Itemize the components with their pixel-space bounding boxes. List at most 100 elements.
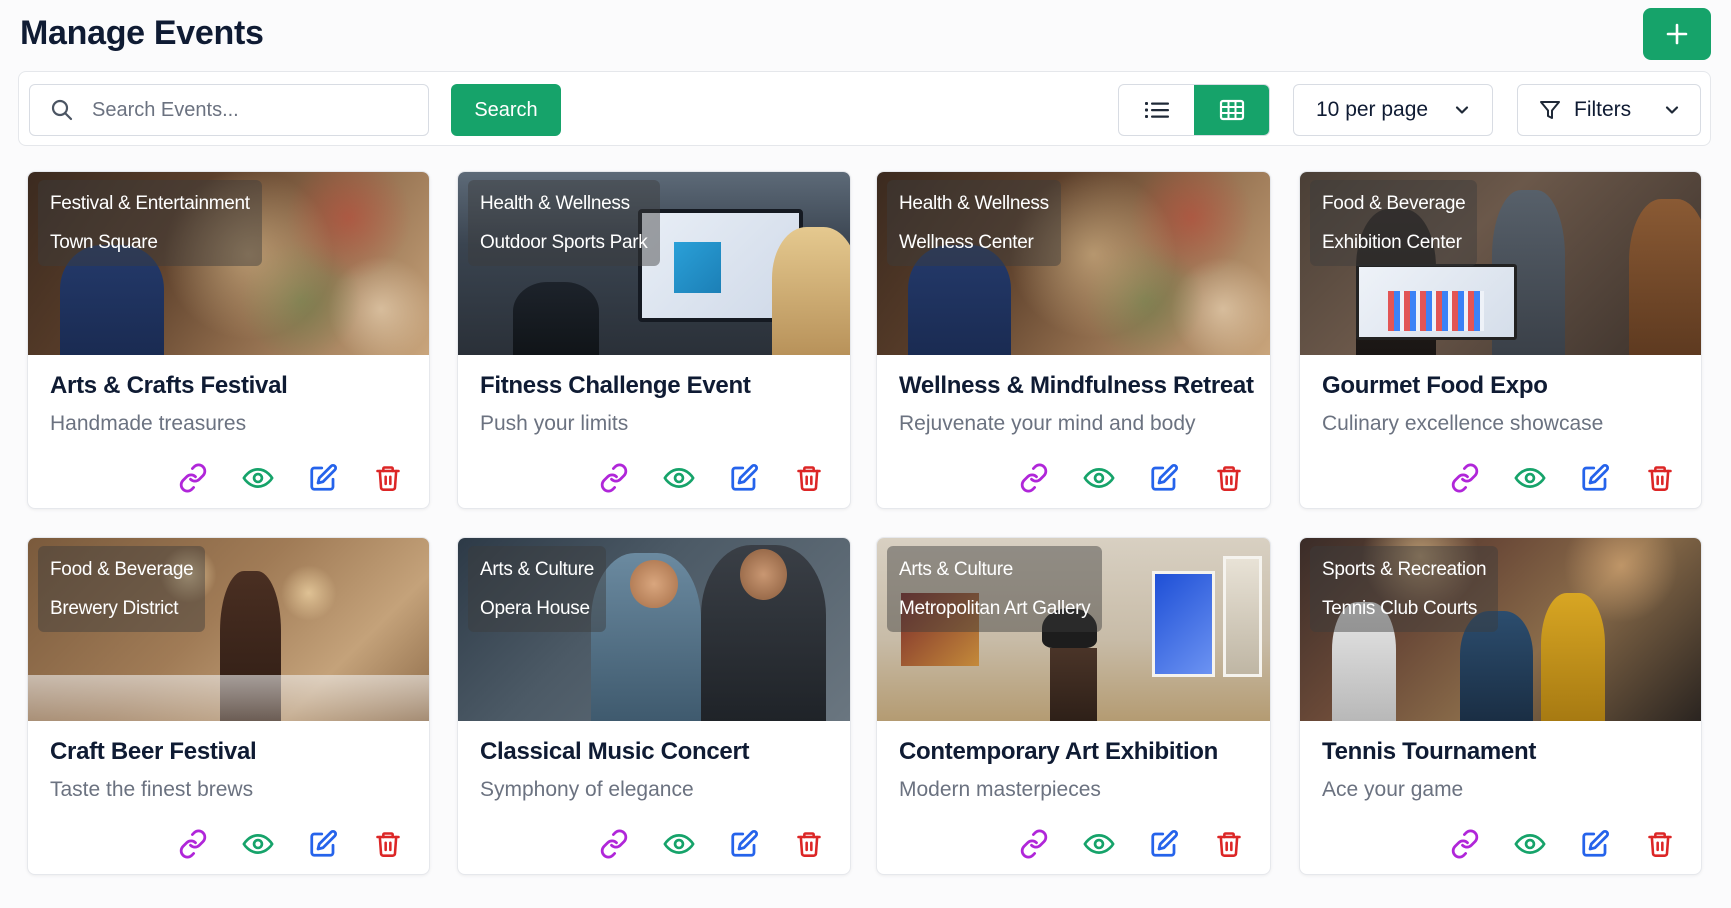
- event-subtitle: Rejuvenate your mind and body: [899, 412, 1196, 435]
- eye-icon: [1083, 834, 1115, 854]
- edit-icon: [1582, 463, 1610, 491]
- trash-icon: [376, 466, 400, 491]
- edit-button[interactable]: [727, 827, 761, 861]
- event-actions: [597, 461, 826, 495]
- chevron-down-icon: [1455, 106, 1469, 114]
- link-icon: [1020, 829, 1048, 859]
- event-meta-overlay: Arts & Culture Opera House: [468, 546, 607, 632]
- event-title: Gourmet Food Expo: [1322, 372, 1548, 399]
- edit-button[interactable]: [727, 461, 761, 495]
- view-button[interactable]: [1513, 827, 1547, 861]
- view-button[interactable]: [662, 461, 696, 495]
- event-category: Arts & Culture: [899, 559, 1014, 580]
- event-meta-overlay: Festival & Entertainment Town Square: [38, 180, 262, 266]
- copy-link-button[interactable]: [597, 461, 631, 495]
- event-image: Food & Beverage Brewery District: [28, 538, 429, 721]
- event-meta-overlay: Health & Wellness Wellness Center: [887, 180, 1061, 266]
- per-page-select[interactable]: 10 per page: [1293, 84, 1493, 136]
- event-subtitle: Culinary excellence showcase: [1322, 412, 1604, 435]
- event-card: Health & Wellness Wellness Center Wellne…: [876, 171, 1271, 509]
- event-card: Food & Beverage Brewery District Craft B…: [27, 537, 430, 875]
- per-page-value: 10 per page: [1316, 98, 1429, 121]
- event-card: Arts & Culture Opera House Classical Mus…: [457, 537, 851, 875]
- toolbar: Search 10 per page Filters: [18, 71, 1711, 146]
- list-view-button[interactable]: [1119, 85, 1194, 135]
- delete-button[interactable]: [792, 461, 826, 495]
- trash-icon: [797, 466, 821, 491]
- view-toggle: [1118, 84, 1270, 136]
- event-image: Sports & Recreation Tennis Club Courts: [1300, 538, 1701, 721]
- eye-icon: [663, 834, 695, 854]
- copy-link-button[interactable]: [176, 461, 210, 495]
- eye-icon: [242, 468, 274, 488]
- delete-button[interactable]: [1212, 827, 1246, 861]
- edit-button[interactable]: [306, 461, 340, 495]
- edit-icon: [731, 829, 759, 857]
- event-actions: [1017, 827, 1246, 861]
- delete-button[interactable]: [792, 827, 826, 861]
- copy-link-button[interactable]: [1448, 461, 1482, 495]
- event-title: Wellness & Mindfulness Retreat: [899, 372, 1254, 399]
- edit-button[interactable]: [1578, 827, 1612, 861]
- event-subtitle: Modern masterpieces: [899, 778, 1101, 801]
- event-card: Sports & Recreation Tennis Club Courts T…: [1299, 537, 1702, 875]
- eye-icon: [242, 834, 274, 854]
- add-event-button[interactable]: [1643, 8, 1711, 60]
- view-button[interactable]: [241, 827, 275, 861]
- view-button[interactable]: [1513, 461, 1547, 495]
- event-card: Health & Wellness Outdoor Sports Park Fi…: [457, 171, 851, 509]
- event-venue: Exhibition Center: [1322, 232, 1462, 253]
- search-button[interactable]: Search: [451, 84, 561, 136]
- event-venue: Wellness Center: [899, 232, 1034, 253]
- copy-link-button[interactable]: [1017, 461, 1051, 495]
- link-icon: [179, 463, 207, 493]
- delete-button[interactable]: [371, 461, 405, 495]
- link-icon: [1451, 829, 1479, 859]
- search-input[interactable]: [92, 98, 412, 122]
- plus-icon: [1666, 23, 1688, 45]
- list-icon: [1144, 102, 1169, 118]
- delete-button[interactable]: [1643, 827, 1677, 861]
- event-meta-overlay: Arts & Culture Metropolitan Art Gallery: [887, 546, 1103, 632]
- event-venue: Brewery District: [50, 598, 179, 619]
- delete-button[interactable]: [1212, 461, 1246, 495]
- view-button[interactable]: [1082, 461, 1116, 495]
- event-meta-overlay: Health & Wellness Outdoor Sports Park: [468, 180, 660, 266]
- event-category: Arts & Culture: [480, 559, 595, 580]
- search-icon: [51, 99, 73, 121]
- event-subtitle: Handmade treasures: [50, 412, 247, 435]
- edit-button[interactable]: [1147, 827, 1181, 861]
- event-venue: Town Square: [50, 232, 158, 253]
- copy-link-button[interactable]: [1017, 827, 1051, 861]
- view-button[interactable]: [241, 461, 275, 495]
- event-image: Arts & Culture Metropolitan Art Gallery: [877, 538, 1270, 721]
- delete-button[interactable]: [1643, 461, 1677, 495]
- view-button[interactable]: [1082, 827, 1116, 861]
- delete-button[interactable]: [371, 827, 405, 861]
- view-button[interactable]: [662, 827, 696, 861]
- event-actions: [597, 827, 826, 861]
- eye-icon: [663, 468, 695, 488]
- event-actions: [1448, 461, 1677, 495]
- grid-view-button[interactable]: [1194, 85, 1269, 135]
- event-actions: [176, 827, 405, 861]
- event-category: Sports & Recreation: [1322, 559, 1487, 580]
- event-title: Tennis Tournament: [1322, 738, 1537, 765]
- copy-link-button[interactable]: [176, 827, 210, 861]
- link-icon: [179, 829, 207, 859]
- link-icon: [1020, 463, 1048, 493]
- eye-icon: [1514, 468, 1546, 488]
- edit-button[interactable]: [306, 827, 340, 861]
- edit-icon: [1151, 829, 1179, 857]
- event-actions: [1017, 461, 1246, 495]
- chevron-down-icon: [1665, 106, 1679, 114]
- copy-link-button[interactable]: [597, 827, 631, 861]
- edit-button[interactable]: [1578, 461, 1612, 495]
- filters-dropdown[interactable]: Filters: [1517, 84, 1701, 136]
- trash-icon: [1217, 832, 1241, 857]
- search-box: [29, 84, 429, 136]
- link-icon: [600, 463, 628, 493]
- edit-button[interactable]: [1147, 461, 1181, 495]
- copy-link-button[interactable]: [1448, 827, 1482, 861]
- event-subtitle: Push your limits: [480, 412, 629, 435]
